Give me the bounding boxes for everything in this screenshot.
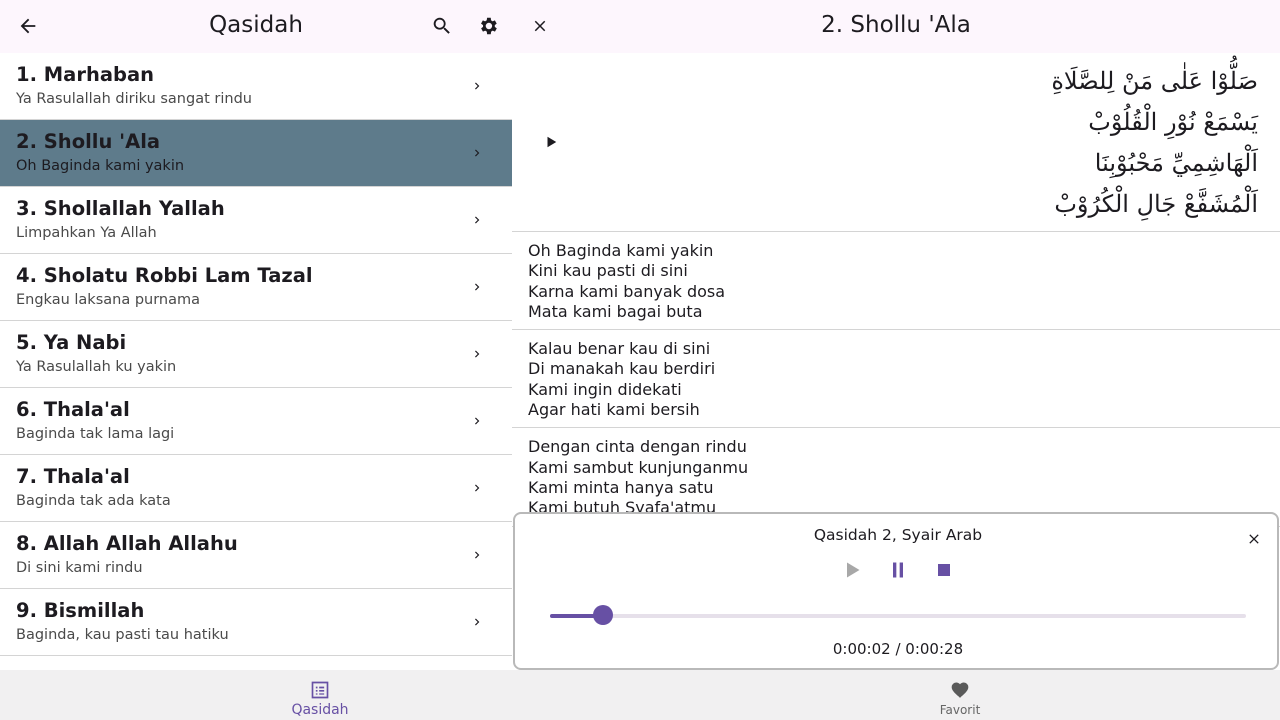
heart-icon xyxy=(949,680,971,700)
qasidah-list: 1. Marhaban Ya Rasulallah diriku sangat … xyxy=(0,53,512,656)
qasidah-list-pane: Qasidah 1. Marhaban Ya Rasulallah diriku… xyxy=(0,0,512,670)
play-button[interactable] xyxy=(840,558,864,582)
list-item-subtitle: Baginda tak lama lagi xyxy=(16,426,175,442)
list-item[interactable]: 1. Marhaban Ya Rasulallah diriku sangat … xyxy=(0,53,512,120)
back-button[interactable] xyxy=(14,12,42,40)
list-item-subtitle: Di sini kami rindu xyxy=(16,560,143,576)
list-icon xyxy=(309,680,331,700)
settings-button[interactable] xyxy=(474,12,502,40)
list-item[interactable]: 9. Bismillah Baginda, kau pasti tau hati… xyxy=(0,589,512,656)
arabic-line: اَلْهَاشِمِيِّ مَحْبُوْبِنَا xyxy=(1094,149,1258,177)
list-item-selected[interactable]: 2. Shollu 'Ala Oh Baginda kami yakin xyxy=(0,120,512,187)
play-verse-button[interactable] xyxy=(542,133,560,151)
list-item-title: 8. Allah Allah Allahu xyxy=(16,532,238,555)
search-icon xyxy=(433,17,450,34)
pause-button[interactable] xyxy=(886,558,910,582)
player-time: 0:00:02 / 0:00:28 xyxy=(832,640,964,658)
list-item[interactable]: 6. Thala'al Baginda tak lama lagi xyxy=(0,388,512,455)
play-icon xyxy=(847,562,860,578)
lyric-line: Dengan cinta dengan rindu xyxy=(528,437,747,457)
close-player-button[interactable] xyxy=(1243,528,1265,550)
chevron-right-icon xyxy=(468,211,486,229)
list-item-title: 5. Ya Nabi xyxy=(16,331,127,354)
arabic-line: اَلْمُشَفَّعْ جَالِ الْكُرُوْبْ xyxy=(1054,190,1258,218)
list-item-subtitle: Oh Baginda kami yakin xyxy=(16,158,185,174)
list-item-subtitle: Ya Rasulallah ku yakin xyxy=(16,359,177,375)
lyric-line: Karna kami banyak dosa xyxy=(528,281,726,301)
chevron-right-icon xyxy=(468,412,486,430)
chevron-right-icon xyxy=(468,613,486,631)
bottom-navigation: Qasidah Favorit xyxy=(0,670,1280,720)
app: Qasidah 1. Marhaban Ya Rasulallah diriku… xyxy=(0,0,1280,720)
lyric-line: Di manakah kau berdiri xyxy=(528,359,716,379)
search-button[interactable] xyxy=(428,12,456,40)
pause-icon xyxy=(893,562,903,578)
nav-favorit[interactable]: Favorit xyxy=(860,670,1060,720)
chevron-right-icon xyxy=(468,546,486,564)
player-title: Qasidah 2, Syair Arab xyxy=(813,526,983,544)
chevron-right-icon xyxy=(468,144,486,162)
list-item-title: 3. Shollallah Yallah xyxy=(16,197,225,220)
stop-icon xyxy=(938,564,950,576)
list-item[interactable]: 5. Ya Nabi Ya Rasulallah ku yakin xyxy=(0,321,512,388)
list-item[interactable]: 7. Thala'al Baginda tak ada kata xyxy=(0,455,512,522)
list-item-title: 9. Bismillah xyxy=(16,599,145,622)
left-app-bar: Qasidah xyxy=(0,0,512,53)
list-item-title: 1. Marhaban xyxy=(16,63,154,86)
progress-slider[interactable] xyxy=(550,605,1246,625)
nav-favorit-label: Favorit xyxy=(939,703,981,717)
list-item-title: 4. Sholatu Robbi Lam Tazal xyxy=(16,264,313,287)
arabic-lines: صَلُّوْا عَلٰى مَنْ لِلصَّلَاةِ يَسْمَعْ… xyxy=(1051,61,1258,225)
lyric-line: Kami sambut kunjunganmu xyxy=(528,457,749,477)
right-app-bar: 2. Shollu 'Ala xyxy=(512,0,1280,53)
list-item-subtitle: Baginda tak ada kata xyxy=(16,493,171,509)
list-item[interactable]: 4. Sholatu Robbi Lam Tazal Engkau laksan… xyxy=(0,254,512,321)
list-item-title: 6. Thala'al xyxy=(16,398,130,421)
lyric-line: Oh Baginda kami yakin xyxy=(528,241,714,260)
lyrics-stanza: Oh Baginda kami yakin Kini kau pasti di … xyxy=(512,232,1280,331)
arrow-back-icon xyxy=(20,18,36,34)
chevron-right-icon xyxy=(468,479,486,497)
nav-qasidah[interactable]: Qasidah xyxy=(220,670,420,720)
lyric-line: Kalau benar kau di sini xyxy=(528,339,711,359)
list-item-subtitle: Engkau laksana purnama xyxy=(16,292,201,308)
chevron-right-icon xyxy=(468,77,486,95)
lyric-line: Kami ingin didekati xyxy=(528,379,682,399)
stop-button[interactable] xyxy=(932,558,956,582)
lyric-line: Kini kau pasti di sini xyxy=(528,261,688,281)
arabic-line: صَلُّوْا عَلٰى مَنْ لِلصَّلَاةِ xyxy=(1051,67,1258,95)
gear-icon xyxy=(481,17,497,35)
arabic-line: يَسْمَعْ نُوْرِ الْقُلُوْبْ xyxy=(1088,108,1258,136)
list-item[interactable]: 8. Allah Allah Allahu Di sini kami rindu xyxy=(0,522,512,589)
list-item-title: 7. Thala'al xyxy=(16,465,130,488)
lyric-line: Mata kami bagai buta xyxy=(528,301,703,321)
lyric-line: Kami minta hanya satu xyxy=(528,477,714,497)
arabic-verse-block: صَلُّوْا عَلٰى مَنْ لِلصَّلَاةِ يَسْمَعْ… xyxy=(512,53,1280,232)
lyrics-stanza: Kalau benar kau di sini Di manakah kau b… xyxy=(512,330,1280,429)
nav-qasidah-label: Qasidah xyxy=(291,702,349,718)
list-item-title: 2. Shollu 'Ala xyxy=(16,130,161,153)
chevron-right-icon xyxy=(468,278,486,296)
lyrics-title: 2. Shollu 'Ala xyxy=(821,12,971,38)
lyric-line: Agar hati kami bersih xyxy=(528,400,700,420)
play-icon xyxy=(547,136,557,148)
list-item-subtitle: Baginda, kau pasti tau hatiku xyxy=(16,627,229,643)
audio-player: Qasidah 2, Syair Arab 0:00:02 / 0:00:28 xyxy=(513,512,1279,670)
list-item-subtitle: Limpahkan Ya Allah xyxy=(16,225,157,241)
close-icon xyxy=(1249,534,1259,544)
list-item-subtitle: Ya Rasulallah diriku sangat rindu xyxy=(16,91,252,107)
list-item[interactable]: 3. Shollallah Yallah Limpahkan Ya Allah xyxy=(0,187,512,254)
slider-thumb[interactable] xyxy=(593,605,614,625)
chevron-right-icon xyxy=(468,345,486,363)
